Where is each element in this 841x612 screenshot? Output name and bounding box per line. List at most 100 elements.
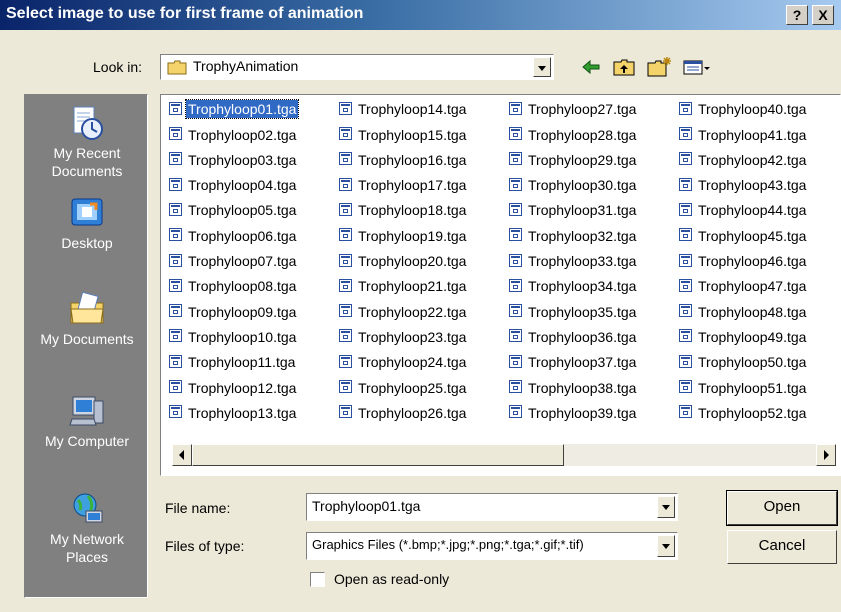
file-item-label: Trophyloop36.tga xyxy=(528,328,637,345)
files-of-type-dropdown-button[interactable] xyxy=(657,535,675,557)
file-item[interactable]: Trophyloop43.tga xyxy=(679,175,808,195)
file-item[interactable]: Trophyloop22.tga xyxy=(339,301,468,321)
file-item[interactable]: Trophyloop46.tga xyxy=(679,251,808,271)
file-item[interactable]: Trophyloop20.tga xyxy=(339,251,468,271)
file-item[interactable]: Trophyloop04.tga xyxy=(169,175,298,195)
place-my-documents[interactable]: My Documents xyxy=(25,291,149,348)
file-item[interactable]: Trophyloop09.tga xyxy=(169,301,298,321)
new-folder-icon[interactable] xyxy=(646,56,672,78)
file-item[interactable]: Trophyloop24.tga xyxy=(339,352,468,372)
image-file-icon xyxy=(679,278,692,292)
cancel-button[interactable]: Cancel xyxy=(727,530,837,564)
file-item[interactable]: Trophyloop32.tga xyxy=(509,226,638,246)
recent-documents-icon xyxy=(73,106,103,140)
place-desktop[interactable]: Desktop xyxy=(25,195,149,252)
file-item[interactable]: Trophyloop18.tga xyxy=(339,200,468,220)
file-item[interactable]: Trophyloop11.tga xyxy=(169,352,297,372)
place-recent-documents[interactable]: My Recent Documents xyxy=(25,105,149,180)
title-bar[interactable]: Select image to use for first frame of a… xyxy=(0,0,841,30)
file-item-label: Trophyloop34.tga xyxy=(528,278,637,295)
read-only-checkbox[interactable] xyxy=(310,572,325,587)
up-folder-icon[interactable] xyxy=(612,56,636,78)
file-item[interactable]: Trophyloop35.tga xyxy=(509,301,638,321)
open-button[interactable]: Open xyxy=(726,490,838,526)
file-item-label: Trophyloop17.tga xyxy=(358,177,467,194)
file-item-label: Trophyloop02.tga xyxy=(188,126,297,143)
file-item[interactable]: Trophyloop25.tga xyxy=(339,377,468,397)
file-item-label: Trophyloop35.tga xyxy=(528,303,637,320)
file-item[interactable]: Trophyloop21.tga xyxy=(339,276,468,296)
file-item[interactable]: Trophyloop49.tga xyxy=(679,327,808,347)
scrollbar-thumb[interactable] xyxy=(192,444,564,466)
file-item[interactable]: Trophyloop34.tga xyxy=(509,276,638,296)
file-item[interactable]: Trophyloop29.tga xyxy=(509,150,638,170)
look-in-dropdown-button[interactable] xyxy=(533,57,551,77)
image-file-icon xyxy=(169,278,182,292)
look-in-combo[interactable]: TrophyAnimation xyxy=(160,54,554,80)
file-item-label: Trophyloop20.tga xyxy=(358,253,467,270)
scroll-right-button[interactable] xyxy=(816,444,836,466)
file-item-label: Trophyloop06.tga xyxy=(188,227,297,244)
image-file-icon xyxy=(509,127,522,141)
place-network-places[interactable]: My Network Places xyxy=(25,491,149,566)
file-item[interactable]: Trophyloop14.tga xyxy=(339,99,468,119)
file-item[interactable]: Trophyloop42.tga xyxy=(679,150,808,170)
file-name-dropdown-button[interactable] xyxy=(657,496,675,518)
file-item[interactable]: Trophyloop08.tga xyxy=(169,276,298,296)
file-item[interactable]: Trophyloop51.tga xyxy=(679,377,808,397)
file-item[interactable]: Trophyloop37.tga xyxy=(509,352,638,372)
file-item[interactable]: Trophyloop15.tga xyxy=(339,124,468,144)
file-item[interactable]: Trophyloop39.tga xyxy=(509,403,638,423)
file-item[interactable]: Trophyloop47.tga xyxy=(679,276,808,296)
file-item[interactable]: Trophyloop52.tga xyxy=(679,403,808,423)
file-item[interactable]: Trophyloop36.tga xyxy=(509,327,638,347)
file-item-label: Trophyloop52.tga xyxy=(698,404,807,421)
file-item-label: Trophyloop23.tga xyxy=(358,328,467,345)
files-of-type-combo[interactable]: Graphics Files (*.bmp;*.jpg;*.png;*.tga;… xyxy=(306,532,678,560)
scroll-left-button[interactable] xyxy=(172,444,192,466)
file-name-combo[interactable]: Trophyloop01.tga xyxy=(306,493,678,521)
image-file-icon xyxy=(679,405,692,419)
close-button[interactable]: X xyxy=(812,5,834,25)
file-item[interactable]: Trophyloop50.tga xyxy=(679,352,808,372)
view-menu-icon[interactable] xyxy=(682,56,712,78)
file-item[interactable]: Trophyloop44.tga xyxy=(679,200,808,220)
back-icon[interactable] xyxy=(580,56,602,78)
arrow-left-icon xyxy=(179,450,184,460)
file-item[interactable]: Trophyloop23.tga xyxy=(339,327,468,347)
file-item[interactable]: Trophyloop13.tga xyxy=(169,403,298,423)
image-file-icon xyxy=(509,329,522,343)
place-label: My Computer xyxy=(44,433,130,449)
file-item[interactable]: Trophyloop05.tga xyxy=(169,200,298,220)
file-item[interactable]: Trophyloop17.tga xyxy=(339,175,468,195)
image-file-icon xyxy=(169,380,182,394)
file-item[interactable]: Trophyloop41.tga xyxy=(679,124,808,144)
file-item-label: Trophyloop16.tga xyxy=(358,151,467,168)
file-item[interactable]: Trophyloop38.tga xyxy=(509,377,638,397)
file-item[interactable]: Trophyloop02.tga xyxy=(169,124,298,144)
file-list[interactable]: Trophyloop01.tga Trophyloop02.tga Trophylo… xyxy=(160,94,841,476)
file-item[interactable]: Trophyloop03.tga xyxy=(169,150,298,170)
file-item[interactable]: Trophyloop19.tga xyxy=(339,226,468,246)
file-item-label: Trophyloop42.tga xyxy=(698,151,807,168)
file-item[interactable]: Trophyloop06.tga xyxy=(169,226,298,246)
file-item[interactable]: Trophyloop45.tga xyxy=(679,226,808,246)
file-item[interactable]: Trophyloop30.tga xyxy=(509,175,638,195)
image-file-icon xyxy=(509,177,522,191)
image-file-icon xyxy=(679,304,692,318)
file-item[interactable]: Trophyloop40.tga xyxy=(679,99,808,119)
file-item[interactable]: Trophyloop28.tga xyxy=(509,124,638,144)
horizontal-scrollbar[interactable] xyxy=(172,444,836,466)
file-item[interactable]: Trophyloop26.tga xyxy=(339,403,468,423)
file-item[interactable]: Trophyloop33.tga xyxy=(509,251,638,271)
file-item[interactable]: Trophyloop16.tga xyxy=(339,150,468,170)
file-item[interactable]: Trophyloop07.tga xyxy=(169,251,298,271)
file-item[interactable]: Trophyloop48.tga xyxy=(679,301,808,321)
help-button[interactable]: ? xyxy=(786,5,808,25)
file-item[interactable]: Trophyloop10.tga xyxy=(169,327,298,347)
file-item[interactable]: Trophyloop31.tga xyxy=(509,200,638,220)
file-item[interactable]: Trophyloop01.tga xyxy=(169,99,300,120)
place-my-computer[interactable]: My Computer xyxy=(25,393,149,450)
file-item[interactable]: Trophyloop12.tga xyxy=(169,377,298,397)
file-item[interactable]: Trophyloop27.tga xyxy=(509,99,638,119)
